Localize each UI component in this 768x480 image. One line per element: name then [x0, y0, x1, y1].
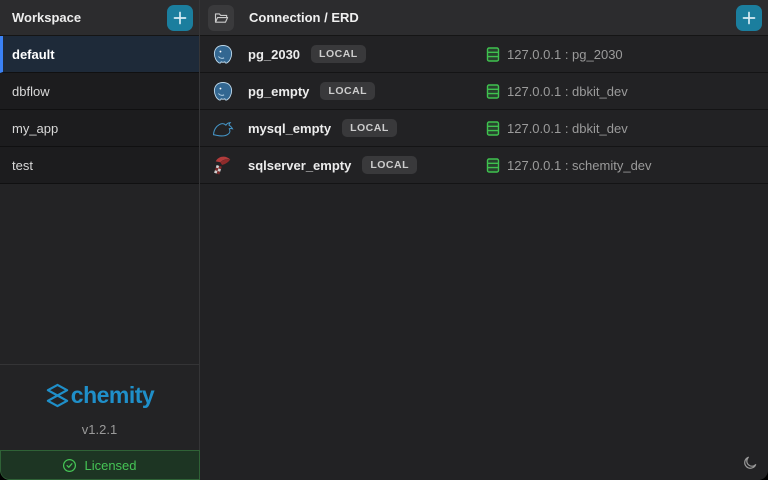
- schemity-logo-icon: [45, 383, 70, 408]
- connection-row[interactable]: mysql_empty LOCAL 127.0.0.1 : dbkit_dev: [200, 110, 768, 147]
- server-icon: [486, 47, 500, 62]
- local-badge: LOCAL: [362, 156, 417, 174]
- circle-check-icon: [62, 458, 77, 473]
- connection-row[interactable]: pg_empty LOCAL 127.0.0.1 : dbkit_dev: [200, 73, 768, 110]
- connection-name: mysql_empty: [248, 121, 331, 136]
- folder-open-icon: [214, 11, 229, 25]
- connection-address: 127.0.0.1 : dbkit_dev: [507, 121, 628, 136]
- workspace-title: Workspace: [12, 10, 167, 25]
- moon-icon: [742, 455, 758, 471]
- sidebar-empty-area: [0, 184, 199, 364]
- postgres-icon: [212, 43, 234, 66]
- brand-name: chemity: [71, 382, 154, 409]
- connection-info: 127.0.0.1 : pg_2030: [486, 47, 623, 62]
- workspace-list-item[interactable]: my_app: [0, 110, 199, 147]
- open-workspace-folder-button[interactable]: [208, 5, 234, 31]
- connection-name: sqlserver_empty: [248, 158, 351, 173]
- connection-list: pg_2030 LOCAL 127.0.0.1 : pg_2030: [200, 36, 768, 184]
- connection-row[interactable]: sqlserver_empty LOCAL 127.0.0.1 : schemi…: [200, 147, 768, 184]
- connection-info: 127.0.0.1 : schemity_dev: [486, 158, 652, 173]
- license-button[interactable]: Licensed: [0, 450, 200, 480]
- database-type-icon: [210, 152, 236, 178]
- workspace-item-label: my_app: [12, 121, 58, 136]
- connection-name: pg_2030: [248, 47, 300, 62]
- workspace-item-label: test: [12, 158, 33, 173]
- database-type-icon: [210, 41, 236, 67]
- connection-name: pg_empty: [248, 84, 309, 99]
- connection-panel: Connection / ERD: [200, 0, 768, 480]
- connection-info: 127.0.0.1 : dbkit_dev: [486, 84, 628, 99]
- database-type-icon: [210, 78, 236, 104]
- local-badge: LOCAL: [320, 82, 375, 100]
- license-label: Licensed: [84, 458, 136, 473]
- workspace-list-item[interactable]: test: [0, 147, 199, 184]
- connection-title: Connection / ERD: [249, 10, 736, 25]
- workspace-list: default dbflow my_app test: [0, 36, 199, 184]
- mysql-icon: [212, 119, 235, 138]
- connection-address: 127.0.0.1 : schemity_dev: [507, 158, 652, 173]
- app-window: Workspace default dbflow my_app: [0, 0, 768, 480]
- plus-icon: [742, 11, 756, 25]
- connection-header: Connection / ERD: [200, 0, 768, 36]
- local-badge: LOCAL: [342, 119, 397, 137]
- workspace-item-label: default: [12, 47, 55, 62]
- postgres-icon: [212, 80, 234, 103]
- workspace-item-label: dbflow: [12, 84, 50, 99]
- server-icon: [486, 158, 500, 173]
- workspace-sidebar: Workspace default dbflow my_app: [0, 0, 200, 480]
- local-badge: LOCAL: [311, 45, 366, 63]
- brand-logo: chemity: [45, 382, 154, 409]
- workspace-list-item[interactable]: default: [0, 36, 199, 73]
- database-type-icon: [210, 115, 236, 141]
- app-version: v1.2.1: [82, 422, 117, 437]
- add-connection-button[interactable]: [736, 5, 762, 31]
- server-icon: [486, 84, 500, 99]
- connection-row-left: pg_2030 LOCAL: [210, 41, 486, 67]
- connection-address: 127.0.0.1 : pg_2030: [507, 47, 623, 62]
- connection-info: 127.0.0.1 : dbkit_dev: [486, 121, 628, 136]
- sqlserver-icon: [213, 154, 233, 176]
- sidebar-footer: chemity v1.2.1 Licensed: [0, 364, 199, 480]
- theme-toggle-button[interactable]: [739, 452, 761, 474]
- connection-row-left: sqlserver_empty LOCAL: [210, 152, 486, 178]
- connection-address: 127.0.0.1 : dbkit_dev: [507, 84, 628, 99]
- plus-icon: [173, 11, 187, 25]
- connection-row-left: mysql_empty LOCAL: [210, 115, 486, 141]
- connection-row[interactable]: pg_2030 LOCAL 127.0.0.1 : pg_2030: [200, 36, 768, 73]
- add-workspace-button[interactable]: [167, 5, 193, 31]
- connection-row-left: pg_empty LOCAL: [210, 78, 486, 104]
- workspace-list-item[interactable]: dbflow: [0, 73, 199, 110]
- server-icon: [486, 121, 500, 136]
- workspace-header: Workspace: [0, 0, 199, 36]
